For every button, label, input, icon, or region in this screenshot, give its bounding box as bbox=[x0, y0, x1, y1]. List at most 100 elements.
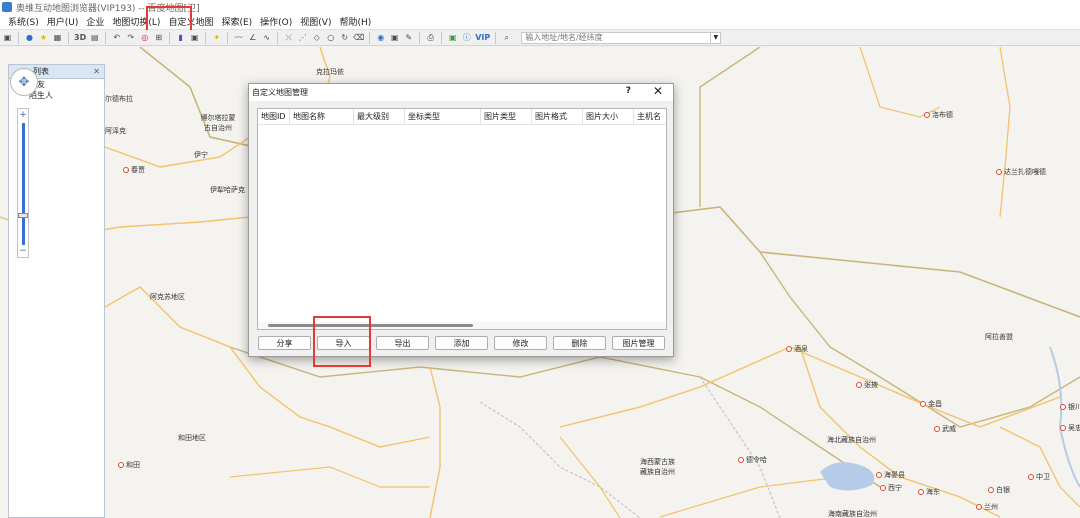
horizontal-scrollbar[interactable] bbox=[258, 322, 666, 329]
map-label: 兰州 bbox=[976, 502, 998, 512]
dialog-title-bar: 自定义地图管理 ? ✕ bbox=[249, 84, 673, 101]
zoom-handle[interactable] bbox=[18, 213, 28, 218]
map-label: 德令哈 bbox=[738, 455, 767, 465]
map-label: 伊犁哈萨克 bbox=[210, 186, 245, 194]
shape-icon[interactable]: ◇ bbox=[311, 32, 322, 43]
custom-map-table: 地图ID 地图名称 最大级别 坐标类型 图片类型 图片格式 图片大小 主机名 bbox=[257, 108, 667, 330]
ruler-icon[interactable]: ▮ bbox=[175, 32, 186, 43]
column-header-image-size[interactable]: 图片大小 bbox=[583, 109, 634, 124]
map-label: 海南藏族自治州 bbox=[828, 510, 877, 518]
map-label: 中卫 bbox=[1028, 472, 1050, 482]
dialog-button-row: 分享 导入 导出 添加 修改 删除 图片管理 bbox=[258, 336, 665, 350]
menu-view[interactable]: 视图(V) bbox=[296, 15, 335, 28]
map-label: 海东 bbox=[918, 487, 940, 497]
toolbar-separator bbox=[495, 31, 497, 44]
help-button[interactable]: ? bbox=[626, 86, 631, 96]
favorite-star-icon[interactable]: ★ bbox=[38, 32, 49, 43]
dialog-close-button[interactable]: ✕ bbox=[653, 84, 663, 98]
table-header: 地图ID 地图名称 最大级别 坐标类型 图片类型 图片格式 图片大小 主机名 bbox=[258, 109, 666, 125]
circle-icon[interactable]: ○ bbox=[325, 32, 336, 43]
map-label: 张掖 bbox=[856, 380, 878, 390]
rotate-icon[interactable]: ↻ bbox=[339, 32, 350, 43]
map-label: 金昌 bbox=[920, 399, 942, 409]
map-label: 洛布德 bbox=[924, 110, 953, 120]
zoom-slider[interactable]: + − bbox=[17, 108, 29, 258]
layer-manager-icon[interactable]: ▣ bbox=[447, 32, 458, 43]
zoom-out-icon[interactable]: − bbox=[18, 246, 28, 256]
close-icon[interactable]: ✕ bbox=[93, 67, 100, 76]
share-button[interactable]: 分享 bbox=[258, 336, 311, 350]
toolbar-separator bbox=[68, 31, 69, 44]
menu-enterprise[interactable]: 企业 bbox=[82, 15, 108, 28]
delete-button[interactable]: 删除 bbox=[553, 336, 606, 350]
pen-icon[interactable]: ✎ bbox=[403, 32, 414, 43]
menu-help[interactable]: 帮助(H) bbox=[335, 15, 375, 28]
image-manager-button[interactable]: 图片管理 bbox=[612, 336, 665, 350]
info-icon[interactable]: ⓘ bbox=[461, 32, 472, 43]
column-header-image-format[interactable]: 图片格式 bbox=[532, 109, 583, 124]
edit-button[interactable]: 修改 bbox=[494, 336, 547, 350]
search-icon: ⌕ bbox=[504, 32, 509, 42]
picture-icon[interactable]: ▣ bbox=[389, 32, 400, 43]
image-icon[interactable]: ▣ bbox=[189, 32, 200, 43]
toolbar-separator bbox=[227, 31, 229, 44]
toolbar-separator bbox=[419, 31, 421, 44]
menu-bar: 系统(S) 用户(U) 企业 地图切换(L) 自定义地图 探索(E) 操作(O)… bbox=[0, 14, 1080, 30]
zoom-in-icon[interactable]: + bbox=[18, 110, 28, 120]
map-label: 酒泉 bbox=[786, 344, 808, 354]
split-line-icon[interactable]: ⤫ bbox=[283, 32, 294, 43]
menu-map-switch[interactable]: 地图切换(L) bbox=[108, 15, 164, 28]
column-header-max-level[interactable]: 最大级别 bbox=[354, 109, 405, 124]
track-icon[interactable]: ∿ bbox=[261, 32, 272, 43]
angle-icon[interactable]: ∠ bbox=[247, 32, 258, 43]
target-icon[interactable]: ◎ bbox=[139, 32, 150, 43]
map-label: 博尔塔拉蒙古自治州 bbox=[200, 114, 236, 132]
map-label: 银川 bbox=[1060, 402, 1080, 412]
search-input[interactable] bbox=[521, 31, 712, 44]
map-label: 克拉玛依 bbox=[316, 68, 344, 76]
toolbar: ▣ ● ★ ▦ 3D ▤ ↶ ↷ ◎ ⊞ ▮ ▣ ✦ 〰 ∠ ∿ ⤫ ⋰ ◇ ○… bbox=[0, 30, 1080, 46]
column-header-map-name[interactable]: 地图名称 bbox=[290, 109, 354, 124]
menu-system[interactable]: 系统(S) bbox=[4, 15, 43, 28]
scrollbar-thumb[interactable] bbox=[268, 324, 473, 327]
menu-user[interactable]: 用户(U) bbox=[43, 15, 83, 28]
menu-custom-map[interactable]: 自定义地图 bbox=[164, 15, 217, 28]
print-icon[interactable]: ⎙ bbox=[425, 32, 436, 43]
column-header-map-id[interactable]: 地图ID bbox=[258, 109, 290, 124]
redo-icon[interactable]: ↷ bbox=[125, 32, 136, 43]
map-label: 吴忠 bbox=[1060, 423, 1080, 433]
layers-icon[interactable]: ▤ bbox=[89, 32, 100, 43]
toolbar-separator bbox=[18, 31, 19, 44]
import-button[interactable]: 导入 bbox=[317, 336, 370, 350]
erase-icon[interactable]: ⌫ bbox=[353, 32, 364, 43]
column-header-coord-type[interactable]: 坐标类型 bbox=[405, 109, 481, 124]
column-header-image-type[interactable]: 图片类型 bbox=[481, 109, 532, 124]
building-icon[interactable]: ▦ bbox=[52, 32, 63, 43]
polyline-icon[interactable]: 〰 bbox=[233, 32, 244, 43]
map-label: 海西蒙古族藏族自治州 bbox=[640, 458, 675, 476]
export-button[interactable]: 导出 bbox=[376, 336, 429, 350]
3d-view-button[interactable]: 3D bbox=[74, 33, 86, 42]
dotted-line-icon[interactable]: ⋰ bbox=[297, 32, 308, 43]
map-label: 和田 bbox=[118, 460, 140, 470]
user-icon[interactable]: ● bbox=[24, 32, 35, 43]
add-button[interactable]: 添加 bbox=[435, 336, 488, 350]
column-header-host-name[interactable]: 主机名 bbox=[634, 109, 666, 124]
undo-icon[interactable]: ↶ bbox=[111, 32, 122, 43]
map-label: 武威 bbox=[934, 424, 956, 434]
marker-tool-icon[interactable]: ✦ bbox=[211, 32, 222, 43]
globe-icon[interactable]: ◉ bbox=[375, 32, 386, 43]
menu-operation[interactable]: 操作(O) bbox=[256, 15, 296, 28]
map-label: 白银 bbox=[988, 485, 1010, 495]
toolbar-separator bbox=[277, 31, 279, 44]
map-label: 春贾 bbox=[123, 165, 145, 175]
grid-icon[interactable]: ⊞ bbox=[153, 32, 164, 43]
save-icon[interactable]: ▣ bbox=[2, 32, 13, 43]
map-label: 阿克苏地区 bbox=[150, 293, 185, 301]
toolbar-separator bbox=[441, 31, 443, 44]
map-pan-compass-icon[interactable]: ✥ bbox=[10, 68, 38, 96]
menu-explore[interactable]: 探索(E) bbox=[217, 15, 256, 28]
search-dropdown-icon[interactable]: ▼ bbox=[711, 31, 722, 44]
vip-button[interactable]: VIP bbox=[475, 33, 490, 42]
map-label: 西宁 bbox=[880, 483, 902, 493]
